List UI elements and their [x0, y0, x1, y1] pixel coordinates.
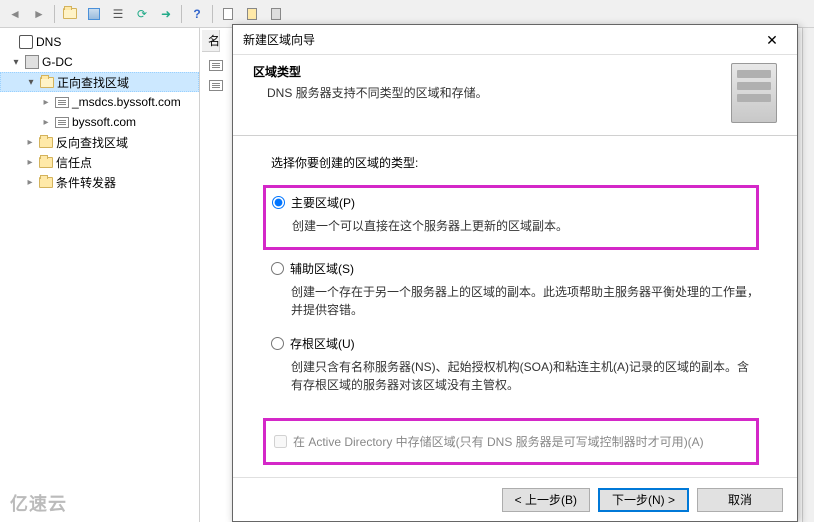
tree-node-forward-zones[interactable]: 正向查找区域 [0, 72, 199, 92]
folder-icon [39, 177, 53, 188]
next-button[interactable]: 下一步(N) > [598, 488, 689, 512]
tree-node-root[interactable]: DNS [0, 32, 199, 52]
dialog-body: 选择你要创建的区域的类型: 主要区域(P) 创建一个可以直接在这个服务器上更新的… [233, 136, 797, 475]
checkbox-ad-store: 在 Active Directory 中存储区域(只有 DNS 服务器是可写域控… [274, 433, 748, 450]
tree-node-zone1[interactable]: _msdcs.byssoft.com [0, 92, 199, 112]
tree-label: byssoft.com [72, 115, 136, 129]
radio-stub-zone[interactable]: 存根区域(U) [271, 335, 759, 352]
right-pane-edge [802, 28, 814, 522]
tree-label: G-DC [42, 55, 73, 69]
radio-desc: 创建一个可以直接在这个服务器上更新的区域副本。 [272, 217, 750, 235]
tree-label: 反向查找区域 [56, 134, 128, 151]
tree-label: 条件转发器 [56, 174, 116, 191]
zone-icon [209, 60, 223, 71]
tree-label: _msdcs.byssoft.com [72, 95, 181, 109]
watermark: 亿速云 [10, 490, 67, 516]
tree-panel: DNS G-DC 正向查找区域 _msdcs.byssoft.com bysso… [0, 28, 200, 522]
radio-secondary-input[interactable] [271, 262, 284, 275]
back-button[interactable]: ◄ [4, 3, 26, 25]
tree-label: 正向查找区域 [57, 74, 129, 91]
up-button[interactable] [59, 3, 81, 25]
tree-label: 信任点 [56, 154, 92, 171]
highlight-primary-zone: 主要区域(P) 创建一个可以直接在这个服务器上更新的区域副本。 [263, 185, 759, 250]
help-button[interactable]: ? [186, 3, 208, 25]
tree-label: DNS [36, 35, 61, 49]
radio-primary-input[interactable] [272, 196, 285, 209]
new-zone-wizard-dialog: 新建区域向导 ✕ 区域类型 DNS 服务器支持不同类型的区域和存储。 选择你要创… [232, 24, 798, 522]
folder-icon [40, 77, 54, 88]
column-label: 名 [208, 32, 220, 49]
tree-node-server[interactable]: G-DC [0, 52, 199, 72]
cancel-button[interactable]: 取消 [697, 488, 783, 512]
props-button[interactable]: ☰ [107, 3, 129, 25]
header-title: 区域类型 [253, 63, 731, 80]
folder-icon [39, 157, 53, 168]
tree-node-reverse-zones[interactable]: 反向查找区域 [0, 132, 199, 152]
close-button[interactable]: ✕ [757, 26, 787, 54]
header-subtitle: DNS 服务器支持不同类型的区域和存储。 [253, 84, 731, 101]
folder-icon [39, 137, 53, 148]
tool-button-1[interactable] [217, 3, 239, 25]
refresh-button[interactable]: ⟳ [131, 3, 153, 25]
zone-icon [209, 80, 223, 91]
tool-button-3[interactable] [265, 3, 287, 25]
radio-desc: 创建只含有名称服务器(NS)、起始授权机构(SOA)和粘连主机(A)记录的区域的… [271, 358, 759, 394]
highlight-ad-checkbox: 在 Active Directory 中存储区域(只有 DNS 服务器是可写域控… [263, 418, 759, 465]
prompt-text: 选择你要创建的区域的类型: [271, 154, 759, 171]
tree-node-zone2[interactable]: byssoft.com [0, 112, 199, 132]
radio-desc: 创建一个存在于另一个服务器上的区域的副本。此选项帮助主服务器平衡处理的工作量，并… [271, 283, 759, 319]
forward-button[interactable]: ► [28, 3, 50, 25]
dialog-header: 区域类型 DNS 服务器支持不同类型的区域和存储。 [233, 55, 797, 136]
dialog-footer: < 上一步(B) 下一步(N) > 取消 [233, 477, 797, 521]
radio-stub-input[interactable] [271, 337, 284, 350]
dialog-titlebar: 新建区域向导 ✕ [233, 25, 797, 55]
radio-label: 辅助区域(S) [290, 260, 354, 277]
tool-button-2[interactable] [241, 3, 263, 25]
grid-button[interactable] [83, 3, 105, 25]
server-icon [25, 55, 39, 69]
server-graphic-icon [731, 63, 777, 123]
checkbox-ad-input [274, 435, 287, 448]
radio-primary-zone[interactable]: 主要区域(P) [272, 194, 750, 211]
radio-secondary-zone[interactable]: 辅助区域(S) [271, 260, 759, 277]
column-header[interactable]: 名 [202, 30, 220, 52]
back-button[interactable]: < 上一步(B) [502, 488, 590, 512]
radio-label: 存根区域(U) [290, 335, 355, 352]
export-button[interactable]: ➜ [155, 3, 177, 25]
dns-icon [19, 35, 33, 49]
radio-label: 主要区域(P) [291, 194, 355, 211]
zone-icon [55, 117, 69, 128]
tree-node-trust[interactable]: 信任点 [0, 152, 199, 172]
checkbox-label: 在 Active Directory 中存储区域(只有 DNS 服务器是可写域控… [293, 433, 704, 450]
zone-icon [55, 97, 69, 108]
dialog-title: 新建区域向导 [243, 31, 757, 48]
tree-node-conditional-forwarders[interactable]: 条件转发器 [0, 172, 199, 192]
